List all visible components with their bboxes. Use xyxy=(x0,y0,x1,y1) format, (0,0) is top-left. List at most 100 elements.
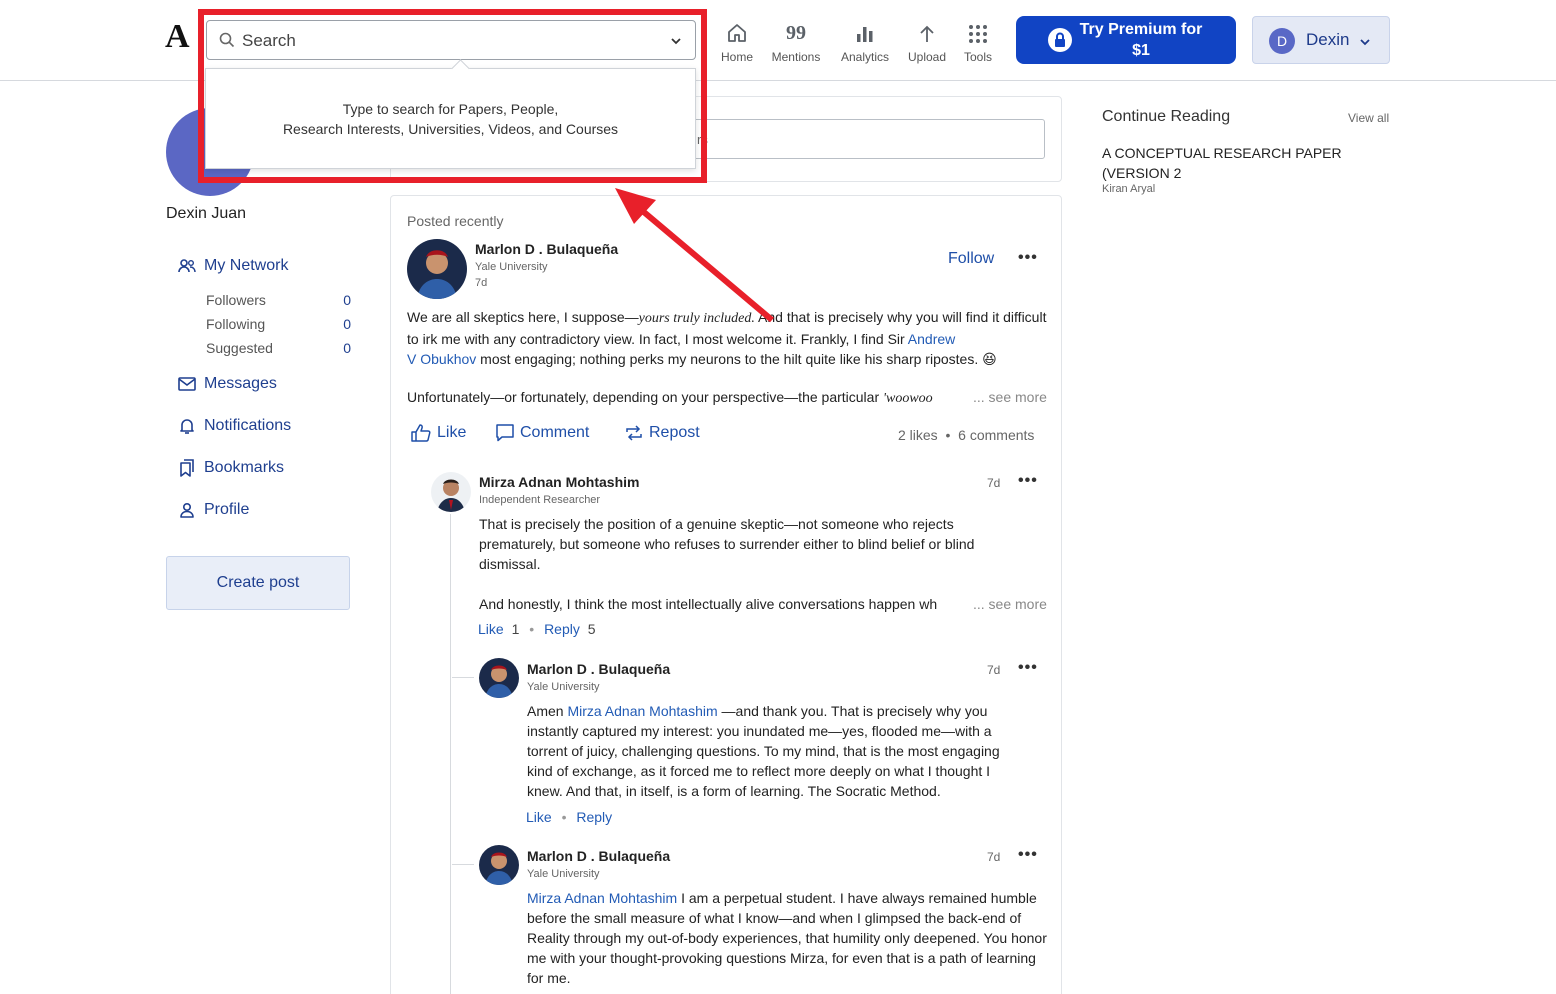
comment-icon xyxy=(496,424,514,442)
continue-reading-title: Continue Reading xyxy=(1102,108,1231,125)
commenter-avatar[interactable] xyxy=(479,658,519,698)
nav-label: Tools xyxy=(963,50,992,64)
repost-icon xyxy=(626,425,642,441)
follow-button[interactable]: Follow xyxy=(948,250,994,268)
repost-label: Repost xyxy=(649,424,700,441)
sidebar-label: Messages xyxy=(204,375,277,392)
annotation-arrow-icon xyxy=(615,188,774,323)
mention-link[interactable]: Andrew xyxy=(908,331,955,347)
nav-mentions[interactable]: 99 Mentions xyxy=(756,18,836,64)
comment-age: 7d xyxy=(987,476,1001,490)
network-row-label: Following xyxy=(206,316,266,332)
reply-affiliation: Yale University xyxy=(527,868,600,880)
comment-text: That is precisely the position of a genu… xyxy=(479,516,975,572)
post-body-continued: Unfortunately—or fortunately, depending … xyxy=(407,389,933,406)
comment-like-button[interactable]: Like xyxy=(478,621,504,637)
person-icon xyxy=(180,502,194,518)
more-options-icon[interactable]: ••• xyxy=(1018,846,1038,864)
search-hint-line1: Type to search for Papers, People, xyxy=(342,101,559,117)
user-name: Dexin xyxy=(1306,30,1350,49)
reply-actions: Like • Reply xyxy=(526,809,613,825)
more-options-icon[interactable]: ••• xyxy=(1018,472,1038,490)
network-row-followers[interactable]: Followers 0 xyxy=(206,292,351,308)
see-more-link[interactable]: ... see more xyxy=(973,596,1047,612)
mentions-icon: 99 xyxy=(786,22,806,44)
comment-text-continued: And honestly, I think the most intellect… xyxy=(479,596,938,612)
composer-placeholder: rs xyxy=(697,132,708,147)
network-row-count: 0 xyxy=(343,316,351,332)
reply-author[interactable]: Marlon D . Bulaqueña xyxy=(527,848,670,864)
comment-reply-button[interactable]: Reply xyxy=(544,621,580,637)
network-row-suggested[interactable]: Suggested 0 xyxy=(206,340,351,356)
paper-author[interactable]: Kiran Aryal xyxy=(1102,183,1155,195)
profile-name[interactable]: Dexin Juan xyxy=(166,205,246,223)
chevron-down-icon xyxy=(1359,35,1371,53)
reply-like-button[interactable]: Like xyxy=(526,809,552,825)
comments-count[interactable]: 6 comments xyxy=(958,427,1034,443)
post-affiliation: Yale University xyxy=(475,261,548,273)
comment-reply-count: 5 xyxy=(587,621,596,637)
reply-age: 7d xyxy=(987,850,1001,864)
like-button[interactable]: Like xyxy=(411,424,466,442)
author-avatar[interactable] xyxy=(407,239,467,299)
sidebar-item-profile[interactable]: Profile xyxy=(178,501,249,519)
sidebar-label: Profile xyxy=(204,501,250,518)
envelope-icon xyxy=(178,377,196,391)
reply-text: Mirza Adnan Mohtashim I am a perpetual s… xyxy=(527,890,1047,986)
nav-label: Mentions xyxy=(771,50,821,64)
comment-author[interactable]: Mirza Adnan Mohtashim xyxy=(479,474,640,490)
reply-text: Amen Mirza Adnan Mohtashim —and thank yo… xyxy=(527,703,1000,799)
sidebar-item-messages[interactable]: Messages xyxy=(178,375,277,393)
comment-like-count: 1 xyxy=(511,621,520,637)
post-author[interactable]: Marlon D . Bulaqueña xyxy=(475,241,618,257)
commenter-avatar[interactable] xyxy=(479,845,519,885)
repost-button[interactable]: Repost xyxy=(625,424,700,442)
reply-reply-button[interactable]: Reply xyxy=(576,809,612,825)
section-label: Posted recently xyxy=(407,213,504,229)
lock-icon xyxy=(1048,28,1072,52)
commenter-avatar[interactable] xyxy=(431,472,471,512)
thread-connector xyxy=(452,864,474,865)
sidebar-item-bookmarks[interactable]: Bookmarks xyxy=(178,459,284,477)
comment-actions: Like 1 • Reply 5 xyxy=(478,621,596,637)
sidebar-item-my-network[interactable]: My Network xyxy=(178,257,288,275)
user-menu-button[interactable]: D Dexin xyxy=(1252,16,1390,64)
sidebar-item-notifications[interactable]: Notifications xyxy=(178,417,291,435)
avatar: D xyxy=(1269,28,1295,54)
bookmark-icon xyxy=(180,459,194,477)
mention-link[interactable]: Mirza Adnan Mohtashim xyxy=(527,890,677,906)
likes-count[interactable]: 2 likes • 6 comments xyxy=(898,427,1034,443)
search-hint-line2: Research Interests, Universities, Videos… xyxy=(282,121,619,137)
search-icon xyxy=(219,32,235,53)
paper-title-link[interactable]: A CONCEPTUAL RESEARCH PAPER (VERSION 2 xyxy=(1102,143,1342,183)
bell-icon xyxy=(180,419,194,434)
mention-link[interactable]: V Obukhov xyxy=(407,351,476,367)
network-row-label: Followers xyxy=(206,292,266,308)
nav-tools[interactable]: Tools xyxy=(938,18,1018,64)
network-row-label: Suggested xyxy=(206,340,273,356)
try-premium-button[interactable]: Try Premium for $1 xyxy=(1016,16,1236,64)
reply-author[interactable]: Marlon D . Bulaqueña xyxy=(527,661,670,677)
comment-button[interactable]: Comment xyxy=(496,424,589,442)
search-input[interactable]: Search xyxy=(206,20,696,60)
reply-age: 7d xyxy=(987,663,1001,677)
chevron-down-icon[interactable] xyxy=(669,34,683,53)
composer-input[interactable]: rs xyxy=(690,119,1045,159)
search-dropdown: Type to search for Papers, People, Resea… xyxy=(205,68,696,169)
reply-affiliation: Yale University xyxy=(527,681,600,693)
like-label: Like xyxy=(437,424,467,441)
view-all-link[interactable]: View all xyxy=(1348,111,1389,125)
thread-line xyxy=(450,514,451,994)
see-more-link[interactable]: ... see more xyxy=(973,389,1047,405)
site-logo[interactable]: A xyxy=(165,18,190,56)
more-options-icon[interactable]: ••• xyxy=(1018,249,1038,267)
network-row-count: 0 xyxy=(343,292,351,308)
mention-link[interactable]: Mirza Adnan Mohtashim xyxy=(567,703,717,719)
premium-line1: Try Premium for xyxy=(1079,21,1203,38)
tools-icon xyxy=(938,18,1018,44)
network-row-following[interactable]: Following 0 xyxy=(206,316,351,332)
create-post-button[interactable]: Create post xyxy=(166,556,350,610)
more-options-icon[interactable]: ••• xyxy=(1018,659,1038,677)
sidebar-label: Notifications xyxy=(204,417,292,434)
thumbs-up-icon xyxy=(411,424,431,442)
